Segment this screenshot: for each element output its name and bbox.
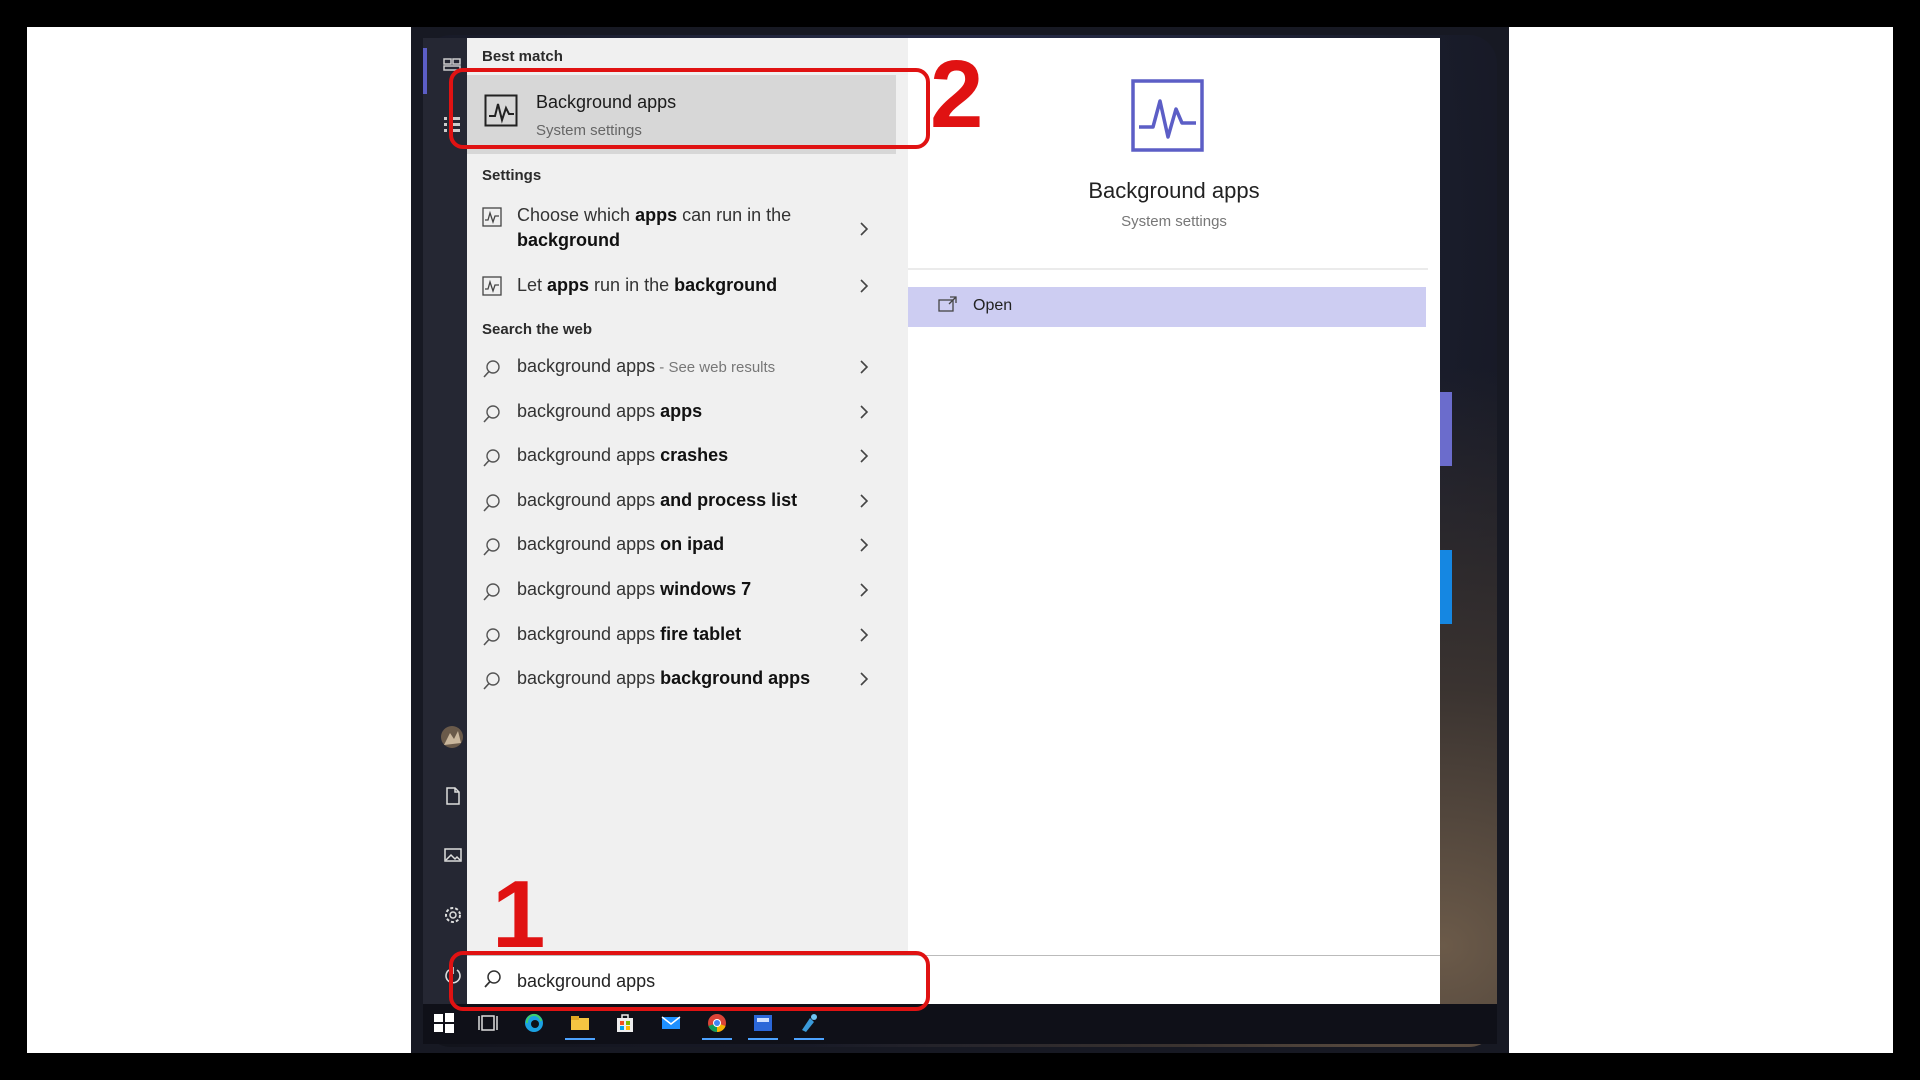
chevron-right-icon (860, 449, 869, 463)
background-apps-large-icon (1131, 79, 1204, 152)
chevron-right-icon (860, 494, 869, 508)
search-icon (483, 405, 500, 423)
chevron-right-icon (860, 538, 869, 552)
open-button[interactable]: Open (908, 287, 1426, 327)
web-result-suggestion: windows 7 (660, 579, 752, 599)
web-result-query: background apps (517, 356, 656, 376)
detail-title: Background apps (1088, 178, 1260, 203)
chevron-right-icon (860, 583, 869, 597)
web-result-suggestion: background apps (660, 668, 811, 688)
open-label: Open (973, 297, 1013, 314)
web-result-text: background apps and process list (517, 490, 797, 511)
web-result-suggestion: crashes (660, 445, 729, 465)
preview-panel (908, 38, 1440, 955)
edge-icon[interactable] (523, 1012, 545, 1034)
app-active-indicator (748, 1038, 778, 1040)
web-result-text: background apps background apps (517, 668, 810, 689)
web-result-query: background apps (517, 668, 661, 688)
callout-number-2: 2 (930, 41, 984, 148)
web-result-text: background apps apps (517, 401, 702, 422)
settings-result-let-apps-run[interactable]: Let apps run in the background (467, 275, 896, 305)
web-result-suggestion: apps (660, 401, 703, 421)
document-icon[interactable] (443, 786, 463, 806)
background-tile-blue (1440, 550, 1452, 624)
open-icon (938, 296, 957, 312)
web-result-row[interactable]: background apps crashes (467, 444, 896, 474)
web-result-query: background apps (517, 579, 661, 599)
web-result-text: background apps - See web results (517, 356, 775, 377)
web-result-row[interactable]: background apps apps (467, 400, 896, 430)
explorer-active-indicator (565, 1038, 595, 1040)
web-result-text: background apps fire tablet (517, 624, 741, 645)
web-result-text: background apps on ipad (517, 534, 724, 555)
settings-result-text: Let apps run in the background (517, 275, 778, 295)
settings-chart-icon (482, 276, 502, 296)
settings-chart-icon (482, 207, 502, 227)
web-result-query: background apps (517, 534, 661, 554)
windows-start-icon[interactable] (433, 1012, 455, 1034)
best-match-header: Best match (482, 48, 563, 65)
app-icon[interactable] (752, 1012, 774, 1034)
callout-box-best-match (449, 68, 930, 149)
chevron-right-icon (860, 279, 869, 293)
web-result-row[interactable]: background apps - See web results (467, 355, 896, 385)
settings-gear-icon[interactable] (443, 905, 463, 925)
web-result-text: background apps windows 7 (517, 579, 751, 600)
user-avatar-icon[interactable] (440, 725, 464, 749)
chevron-right-icon (860, 222, 869, 236)
web-result-query: background apps (517, 490, 661, 510)
chrome-icon[interactable] (706, 1012, 728, 1034)
chevron-right-icon (860, 628, 869, 642)
chevron-right-icon (860, 672, 869, 686)
web-result-row[interactable]: background apps on ipad (467, 533, 896, 563)
store-icon[interactable] (614, 1012, 636, 1034)
web-result-row[interactable]: background apps windows 7 (467, 578, 896, 608)
detail-divider (908, 268, 1428, 270)
pictures-icon[interactable] (443, 845, 463, 865)
callout-number-1: 1 (492, 861, 546, 968)
search-icon (483, 628, 500, 646)
search-icon (483, 360, 500, 378)
search-web-header: Search the web (482, 321, 593, 338)
rail-selected-indicator (423, 48, 427, 94)
chrome-active-indicator (702, 1038, 732, 1040)
web-result-suffix: - See web results (655, 359, 776, 376)
web-result-suggestion: on ipad (660, 534, 725, 554)
chevron-right-icon (860, 360, 869, 374)
search-icon (483, 494, 500, 512)
search-icon (483, 538, 500, 556)
web-result-query: background apps (517, 624, 661, 644)
search-icon (483, 449, 500, 467)
web-result-row[interactable]: background apps background apps (467, 667, 896, 697)
search-icon (483, 583, 500, 601)
mail-icon[interactable] (660, 1012, 682, 1034)
web-result-row[interactable]: background apps fire tablet (467, 623, 896, 653)
settings-result-line1: Choose which apps can run in the (517, 205, 792, 225)
detail-subtitle: System settings (1121, 213, 1227, 230)
web-result-suggestion: fire tablet (660, 624, 742, 644)
web-result-query: background apps (517, 401, 661, 421)
task-view-icon[interactable] (477, 1012, 499, 1034)
settings-result-choose-apps[interactable]: Choose which apps can run in the backgro… (467, 205, 896, 259)
web-result-query: background apps (517, 445, 661, 465)
paint-active-indicator (794, 1038, 824, 1040)
web-result-text: background apps crashes (517, 445, 728, 466)
settings-result-line2: background (517, 230, 621, 250)
web-result-row[interactable]: background apps and process list (467, 489, 896, 519)
search-icon (483, 672, 500, 690)
file-explorer-icon[interactable] (569, 1012, 591, 1034)
paint-icon[interactable] (798, 1012, 820, 1034)
background-tile-purple (1440, 392, 1452, 466)
settings-header: Settings (482, 167, 542, 184)
chevron-right-icon (860, 405, 869, 419)
web-result-suggestion: and process list (660, 490, 798, 510)
